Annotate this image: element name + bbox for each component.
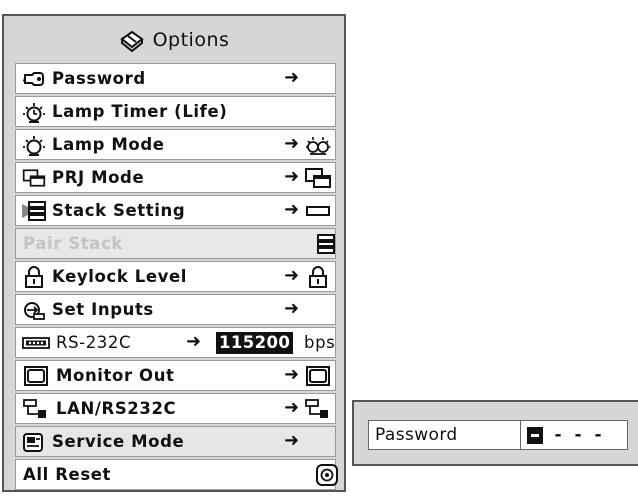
menu-item-label: All Reset bbox=[23, 465, 112, 484]
key-icon bbox=[22, 68, 46, 90]
toolbox-icon bbox=[119, 27, 145, 53]
password-digits[interactable]: - - - bbox=[527, 425, 603, 445]
password-entry-row[interactable]: Password - - - bbox=[368, 420, 628, 450]
menu-item-label: Monitor Out bbox=[56, 366, 175, 385]
lamp-mode-double-icon bbox=[304, 134, 332, 156]
submenu-arrow-icon: ➜ bbox=[284, 430, 300, 451]
monitor-out-icon bbox=[22, 365, 50, 387]
reset-icon bbox=[312, 464, 340, 486]
menu-item-label: Set Inputs bbox=[52, 300, 154, 319]
lamp-timer-icon bbox=[22, 101, 46, 123]
password-label: Password bbox=[375, 425, 458, 445]
menu-item-label: Service Mode bbox=[52, 432, 185, 451]
menu-item-label: Lamp Mode bbox=[52, 135, 165, 154]
menu-item-rs232c[interactable]: RS-232C ➜ 115200 bps bbox=[15, 327, 336, 358]
menu-item-password[interactable]: Password ➜ bbox=[15, 63, 336, 94]
menu-item-label: RS-232C bbox=[56, 333, 132, 352]
submenu-arrow-icon: ➜ bbox=[284, 166, 300, 187]
options-menu-panel: Options Password ➜ Lamp Timer (Life) Lam… bbox=[2, 14, 346, 492]
menu-item-label: Pair Stack bbox=[23, 234, 123, 253]
stack-setting-icon bbox=[22, 200, 46, 222]
monitor-out-icon bbox=[304, 365, 332, 387]
submenu-arrow-icon: ➜ bbox=[284, 67, 300, 88]
menu-item-label: Keylock Level bbox=[52, 267, 188, 286]
menu-item-label: LAN/RS232C bbox=[56, 399, 177, 418]
set-inputs-icon bbox=[22, 299, 46, 321]
menu-item-label: PRJ Mode bbox=[52, 168, 145, 187]
menu-item-monitor-out[interactable]: Monitor Out ➜ bbox=[15, 360, 336, 391]
password-cursor-icon[interactable] bbox=[527, 426, 543, 444]
prj-mode-icon bbox=[22, 167, 46, 189]
menu-item-pair-stack: Pair Stack bbox=[15, 228, 336, 259]
menu-item-lamp-timer[interactable]: Lamp Timer (Life) bbox=[15, 96, 336, 127]
password-digit[interactable]: - bbox=[553, 425, 563, 445]
baud-rate-value[interactable]: 115200 bbox=[216, 332, 294, 354]
password-digit[interactable]: - bbox=[573, 425, 583, 445]
serial-port-icon bbox=[22, 332, 50, 354]
stacked-projectors-icon bbox=[312, 233, 340, 255]
submenu-arrow-icon: ➜ bbox=[284, 397, 300, 418]
password-digit[interactable]: - bbox=[593, 425, 603, 445]
network-icon bbox=[22, 398, 50, 420]
service-mode-icon bbox=[22, 431, 46, 453]
menu-item-label: Password bbox=[52, 69, 146, 88]
menu-item-lan-rs232c[interactable]: LAN/RS232C ➜ bbox=[15, 393, 336, 424]
submenu-arrow-icon: ➜ bbox=[284, 265, 300, 286]
options-menu-header: Options bbox=[4, 22, 344, 58]
menu-item-label: Lamp Timer (Life) bbox=[52, 102, 228, 121]
menu-item-set-inputs[interactable]: Set Inputs ➜ bbox=[15, 294, 336, 325]
baud-rate-unit: bps bbox=[304, 333, 336, 352]
menu-item-all-reset[interactable]: All Reset bbox=[15, 459, 336, 490]
network-icon bbox=[304, 398, 332, 420]
padlock-icon bbox=[304, 266, 332, 288]
password-divider bbox=[520, 421, 521, 449]
submenu-arrow-icon: ➜ bbox=[186, 331, 202, 352]
menu-item-stack-setting[interactable]: Stack Setting ➜ bbox=[15, 195, 336, 226]
menu-item-prj-mode[interactable]: PRJ Mode ➜ bbox=[15, 162, 336, 193]
submenu-arrow-icon: ➜ bbox=[284, 133, 300, 154]
password-dialog: Password - - - bbox=[352, 400, 638, 466]
menu-item-keylock-level[interactable]: Keylock Level ➜ bbox=[15, 261, 336, 292]
submenu-arrow-icon: ➜ bbox=[284, 199, 300, 220]
menu-item-service-mode[interactable]: Service Mode ➜ bbox=[15, 426, 336, 457]
options-menu-title: Options bbox=[152, 29, 230, 51]
prj-mode-icon bbox=[304, 167, 332, 189]
menu-item-label: Stack Setting bbox=[52, 201, 186, 220]
submenu-arrow-icon: ➜ bbox=[284, 298, 300, 319]
submenu-arrow-icon: ➜ bbox=[284, 364, 300, 385]
single-projector-icon bbox=[304, 200, 332, 222]
padlock-icon bbox=[22, 266, 46, 288]
menu-item-lamp-mode[interactable]: Lamp Mode ➜ bbox=[15, 129, 336, 160]
lamp-mode-icon bbox=[22, 134, 46, 156]
